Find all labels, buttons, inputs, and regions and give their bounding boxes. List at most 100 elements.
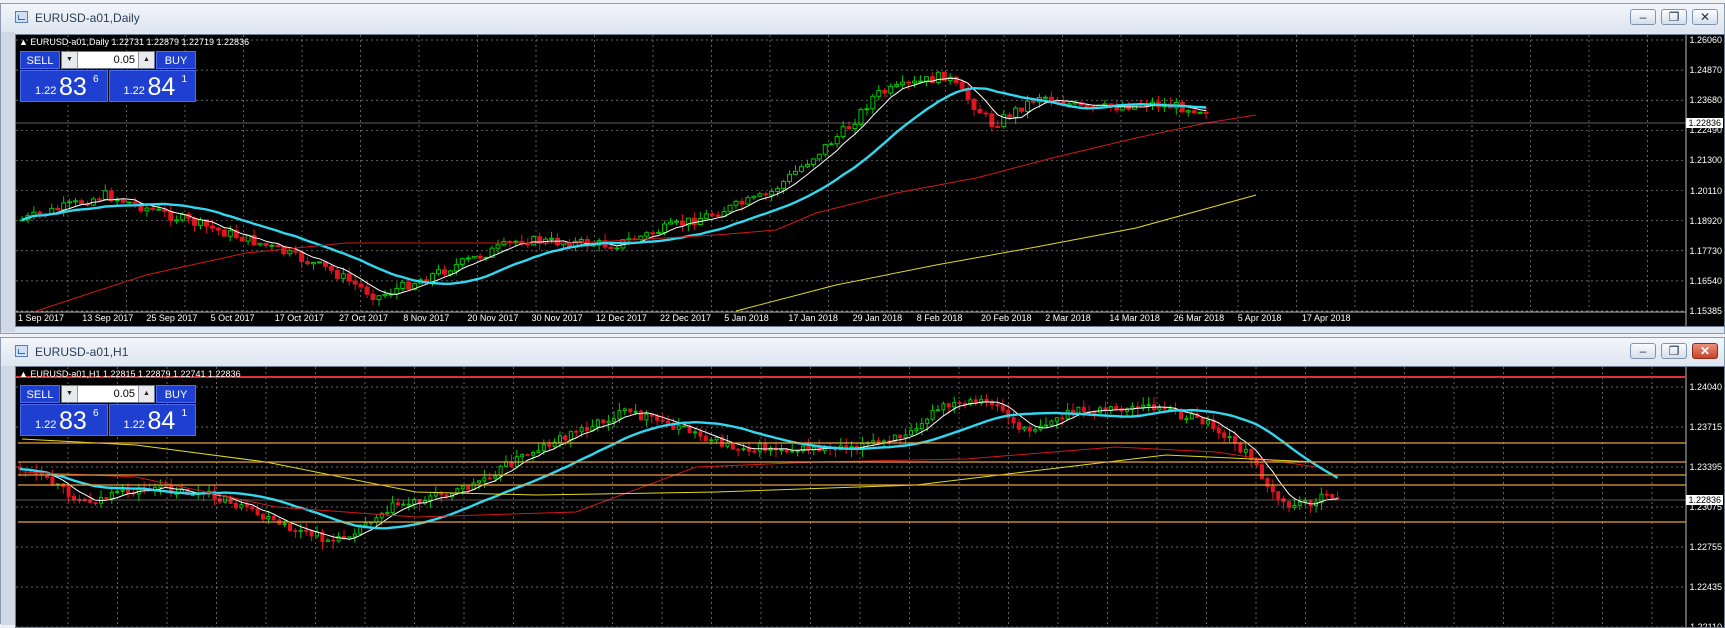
minimize-icon: – (1639, 10, 1647, 24)
window-titlebar[interactable]: EURUSD-a01,Daily – ❐ ✕ (1, 4, 1724, 32)
candle-body (1060, 417, 1065, 420)
lot-size-field[interactable]: ▼ 0.05 ▲ (61, 385, 155, 403)
sell-price-box[interactable]: 1.22 83 6 (20, 404, 108, 436)
candle-body (477, 480, 481, 484)
close-button[interactable]: ✕ (1692, 9, 1718, 25)
time-axis[interactable]: 1 Sep 2017 13 Sep 2017 25 Sep 2017 5 Oct 20… (16, 312, 1724, 326)
lot-decrease-icon[interactable]: ▼ (62, 386, 78, 402)
lot-increase-icon[interactable]: ▲ (138, 52, 154, 68)
candle-body (1270, 485, 1275, 493)
candle-body (930, 409, 935, 420)
h1-chart-window[interactable]: EURUSD-a01,H1 – ❐ ✕ ▲ EURUSD-a01,H1 1.22… (0, 337, 1725, 628)
minimize-button[interactable]: – (1630, 9, 1656, 25)
candlestick-plot[interactable] (16, 35, 1724, 326)
lot-decrease-icon[interactable]: ▼ (62, 52, 78, 68)
time-tick-label: 25 Sep 2017 (146, 313, 198, 323)
sell-button[interactable]: SELL (20, 51, 60, 69)
price-tick-label: 1.21300 (1689, 155, 1722, 166)
price-axis[interactable]: 1.26060 1.24870 1.23680 1.22490 1.21300 1.201… (1686, 35, 1724, 326)
candle-body (870, 95, 876, 110)
candle-body (396, 502, 400, 506)
window-titlebar[interactable]: EURUSD-a01,H1 – ❐ ✕ (1, 338, 1724, 366)
candle-body (352, 280, 358, 285)
candle-body (282, 523, 287, 526)
price-tick-label: 1.16540 (1689, 275, 1722, 286)
buy-button[interactable]: BUY (156, 51, 196, 69)
candle-body (1048, 96, 1054, 102)
candle-body (293, 530, 298, 533)
close-icon: ✕ (1699, 10, 1711, 24)
ma-mid-line (21, 86, 1207, 285)
candle-body (563, 435, 568, 441)
daily-chart-window[interactable]: EURUSD-a01,Daily – ❐ ✕ ▲ EURUSD-a01,Dail… (0, 3, 1725, 334)
candle-body (882, 89, 888, 94)
minimize-icon: – (1639, 344, 1647, 358)
candle-body (1019, 107, 1025, 112)
buy-price-box[interactable]: 1.22 84 1 (108, 70, 196, 102)
candle-body (578, 239, 584, 242)
one-click-trading-panel: SELL ▼ 0.05 ▲ BUY 1.22 83 6 1.22 84 1 (20, 51, 196, 102)
price-chart-daily[interactable]: ▲ EURUSD-a01,Daily 1.22731 1.22879 1.227… (15, 34, 1725, 327)
candle-body (784, 449, 789, 453)
lot-size-value[interactable]: 0.05 (78, 52, 138, 68)
price-axis[interactable]: 1.24040 1.23715 1.23395 1.23075 1.22755 1.224… (1686, 367, 1724, 627)
candle-body (1200, 416, 1205, 425)
restore-button[interactable]: ❐ (1661, 343, 1687, 359)
candlestick-plot[interactable] (16, 367, 1724, 627)
candle-body (487, 477, 492, 480)
candle-body (114, 199, 120, 202)
lot-size-field[interactable]: ▼ 0.05 ▲ (61, 51, 155, 69)
restore-button[interactable]: ❐ (1661, 9, 1687, 25)
candle-body (741, 448, 746, 451)
candle-body (1126, 105, 1132, 110)
candle-body (828, 143, 834, 146)
candle-body (674, 220, 679, 223)
candle-body (1168, 408, 1173, 411)
close-button[interactable]: ✕ (1692, 343, 1718, 359)
candle-body (115, 490, 120, 493)
time-tick-label: 20 Feb 2018 (981, 313, 1032, 323)
candle-body (935, 71, 941, 83)
buy-price-box[interactable]: 1.22 84 1 (108, 404, 196, 436)
time-tick-label: 13 Sep 2017 (82, 313, 134, 323)
ohlc-text: EURUSD-a01,H1 1.22815 1.22879 1.22741 1.… (30, 369, 241, 379)
sell-button[interactable]: SELL (20, 385, 60, 403)
price-chart-h1[interactable]: ▲ EURUSD-a01,H1 1.22815 1.22879 1.22741 … (15, 366, 1725, 628)
candle-body (406, 281, 412, 290)
lot-size-value[interactable]: 0.05 (78, 386, 138, 402)
candle-body (1184, 418, 1189, 421)
candle-body (959, 81, 965, 89)
buy-button[interactable]: BUY (156, 385, 196, 403)
candle-body (804, 163, 810, 168)
candle-body (585, 426, 589, 431)
candle-body (668, 221, 674, 225)
candle-body (1146, 404, 1151, 407)
candle-body (217, 498, 222, 503)
buy-price-fraction: 1 (181, 408, 188, 419)
candle-body (1007, 114, 1013, 118)
candle-body (223, 496, 228, 503)
candle-body (752, 450, 757, 453)
candle-body (275, 244, 281, 248)
sell-price-box[interactable]: 1.22 83 6 (20, 70, 108, 102)
candle-body (244, 504, 249, 508)
close-icon: ✕ (1699, 344, 1711, 358)
candle-body (352, 533, 357, 538)
candle-body (1303, 500, 1308, 503)
candle-body (606, 420, 611, 424)
time-tick-label: 27 Oct 2017 (339, 313, 389, 323)
candle-body (536, 450, 541, 454)
candle-body (971, 98, 977, 111)
candle-body (1222, 432, 1227, 438)
candle-body (385, 512, 390, 515)
restore-icon: ❐ (1668, 344, 1680, 358)
candle-body (715, 214, 721, 217)
candle-body (906, 81, 912, 84)
candle-body (334, 269, 340, 279)
time-tick-label: 2 Mar 2018 (1045, 313, 1091, 323)
time-tick-label: 26 Mar 2018 (1173, 313, 1225, 323)
left-margin (1, 366, 15, 625)
minimize-button[interactable]: – (1630, 343, 1656, 359)
lot-increase-icon[interactable]: ▲ (138, 386, 154, 402)
candle-body (703, 435, 708, 442)
